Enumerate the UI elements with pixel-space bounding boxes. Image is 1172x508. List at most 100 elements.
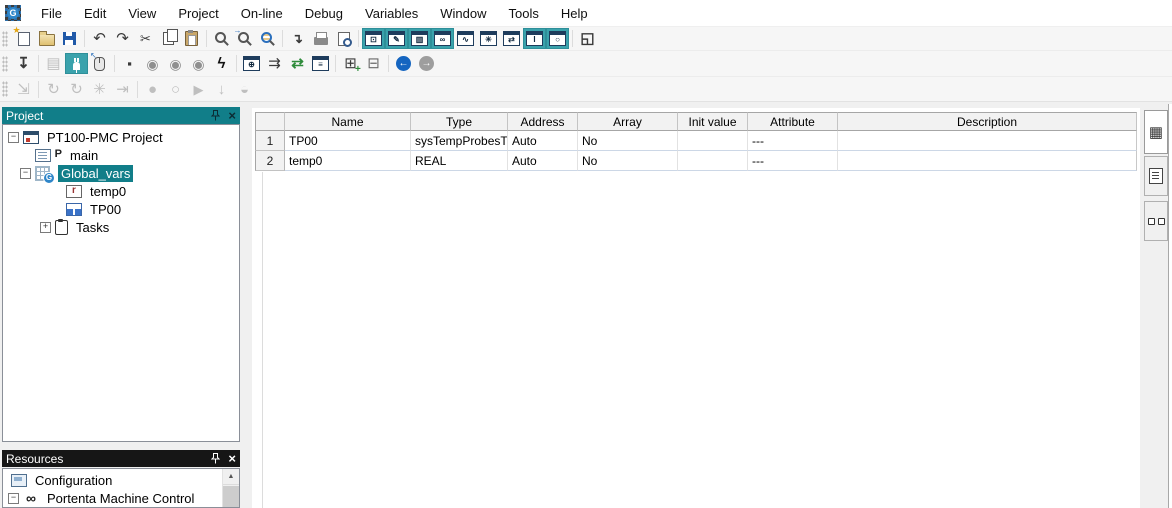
find-results-window-toggle-icon[interactable]: ○ xyxy=(546,28,569,49)
circular-arrow-icon[interactable]: ↻ xyxy=(42,79,65,100)
grid-column-header[interactable]: Array xyxy=(578,112,678,131)
init-value-cell[interactable] xyxy=(678,151,748,171)
tree-expander-icon[interactable]: + xyxy=(40,222,51,233)
toolbar-grip[interactable] xyxy=(2,56,8,72)
text-view-tab[interactable] xyxy=(1144,156,1168,196)
play-icon[interactable]: ▶ xyxy=(187,79,210,100)
library-window-toggle-icon[interactable]: ▥ xyxy=(408,28,431,49)
tree-expander-icon[interactable]: − xyxy=(8,493,19,504)
print-preview-icon[interactable] xyxy=(332,28,355,49)
goto-icon[interactable]: ↴ xyxy=(286,28,309,49)
menu-item[interactable]: Edit xyxy=(73,0,117,26)
scroll-thumb[interactable] xyxy=(223,486,239,508)
pin-icon[interactable] xyxy=(211,453,220,464)
forward-icon[interactable]: → xyxy=(415,53,438,74)
grid-column-header[interactable]: Description xyxy=(838,112,1137,131)
menu-item[interactable]: Variables xyxy=(354,0,429,26)
crossref-window-toggle-icon[interactable]: ⇄ xyxy=(500,28,523,49)
variables-form-icon[interactable]: ≡ xyxy=(309,53,332,74)
address-cell[interactable]: Auto xyxy=(508,151,578,171)
download-code-icon[interactable]: ↧ xyxy=(12,53,35,74)
find-in-project-icon[interactable] xyxy=(256,28,279,49)
warm-restart-icon[interactable]: ◉ xyxy=(164,53,187,74)
insert-record-icon[interactable]: ⊞ xyxy=(339,53,362,74)
tree-item-global-vars[interactable]: − Global_vars xyxy=(3,164,239,182)
halt-icon[interactable]: ▪ xyxy=(118,53,141,74)
project-schema-icon[interactable]: ▤ xyxy=(42,53,65,74)
copy-icon[interactable] xyxy=(157,28,180,49)
tree-item-main[interactable]: main xyxy=(3,146,239,164)
array-cell[interactable]: No xyxy=(578,131,678,151)
cut-icon[interactable]: ✂ xyxy=(134,28,157,49)
grid-column-header[interactable]: Address xyxy=(508,112,578,131)
hot-restart-icon[interactable]: ◉ xyxy=(187,53,210,74)
grid-view-tab[interactable]: ▦ xyxy=(1144,110,1168,154)
gear-circle-icon[interactable]: ✳ xyxy=(88,79,111,100)
resources-scrollbar[interactable]: ▲ xyxy=(222,469,239,507)
description-cell[interactable] xyxy=(838,131,1137,151)
row-number-cell[interactable]: 2 xyxy=(255,151,285,171)
attribute-cell[interactable]: --- xyxy=(748,151,838,171)
live-debug-icon[interactable]: ⇄ xyxy=(286,53,309,74)
run-to-cursor-icon[interactable]: ⇥ xyxy=(111,79,134,100)
flash-download-icon[interactable]: ϟ xyxy=(210,53,233,74)
filled-circle-icon[interactable]: ● xyxy=(141,79,164,100)
back-icon[interactable]: ← xyxy=(392,53,415,74)
menu-item[interactable]: Debug xyxy=(294,0,354,26)
table-row[interactable]: 1 TP00 sysTempProbesT Auto No --- xyxy=(255,131,1137,151)
undo-icon[interactable]: ↶ xyxy=(88,28,111,49)
res-item-configuration[interactable]: Configuration xyxy=(3,471,239,489)
project-window-toggle-icon[interactable]: ⊡ xyxy=(362,28,385,49)
open-project-icon[interactable] xyxy=(35,28,58,49)
grid-column-header[interactable]: Attribute xyxy=(748,112,838,131)
empty-circle-icon[interactable]: ○ xyxy=(164,79,187,100)
output-window-toggle-icon[interactable]: I xyxy=(523,28,546,49)
circle-dot-icon[interactable]: ◒ xyxy=(233,79,256,100)
grid-column-header[interactable]: Name xyxy=(285,112,411,131)
init-value-cell[interactable] xyxy=(678,131,748,151)
runtime-window-toggle-icon[interactable]: ✳ xyxy=(477,28,500,49)
description-cell[interactable] xyxy=(838,151,1137,171)
insert-watch-item-icon[interactable]: ⇉ xyxy=(263,53,286,74)
menu-item[interactable]: View xyxy=(117,0,167,26)
grid-column-header[interactable]: Init value xyxy=(678,112,748,131)
address-cell[interactable]: Auto xyxy=(508,131,578,151)
type-cell[interactable]: REAL xyxy=(411,151,508,171)
menu-item[interactable]: Window xyxy=(429,0,497,26)
close-icon[interactable]: × xyxy=(228,452,236,465)
find-view-tab[interactable] xyxy=(1144,201,1168,241)
save-project-icon[interactable] xyxy=(58,28,81,49)
tree-expander-icon[interactable]: − xyxy=(20,168,31,179)
circular-arrow-bar-icon[interactable]: ↻ xyxy=(65,79,88,100)
launch-application-icon[interactable]: ⇲ xyxy=(12,79,35,100)
menu-item[interactable]: Help xyxy=(550,0,599,26)
print-icon[interactable] xyxy=(309,28,332,49)
tree-item-tasks[interactable]: + Tasks xyxy=(3,218,239,236)
menu-item[interactable]: Project xyxy=(167,0,229,26)
grid-column-header[interactable]: Type xyxy=(411,112,508,131)
menu-item[interactable]: On-line xyxy=(230,0,294,26)
cold-restart-icon[interactable]: ◉ xyxy=(141,53,164,74)
array-cell[interactable]: No xyxy=(578,151,678,171)
name-cell[interactable]: temp0 xyxy=(285,151,411,171)
find-icon[interactable] xyxy=(210,28,233,49)
type-cell[interactable]: sysTempProbesT xyxy=(411,131,508,151)
scroll-up-icon[interactable]: ▲ xyxy=(223,469,239,485)
tree-expander-icon[interactable]: − xyxy=(8,132,19,143)
connect-icon[interactable] xyxy=(65,53,88,74)
attribute-cell[interactable]: --- xyxy=(748,131,838,151)
tree-item-tp00[interactable]: TP00 xyxy=(3,200,239,218)
oscilloscope-window-toggle-icon[interactable]: ∿ xyxy=(454,28,477,49)
tree-item-project-root[interactable]: − PT100-PMC Project xyxy=(3,128,239,146)
new-project-icon[interactable] xyxy=(12,28,35,49)
table-row[interactable]: 2 temp0 REAL Auto No --- xyxy=(255,151,1137,171)
down-arrow-icon[interactable]: ↓ xyxy=(210,79,233,100)
menu-item[interactable]: Tools xyxy=(498,0,550,26)
fullscreen-icon[interactable]: ◱ xyxy=(576,28,599,49)
row-number-cell[interactable]: 1 xyxy=(255,131,285,151)
menu-item[interactable]: File xyxy=(30,0,73,26)
toolbar-grip[interactable] xyxy=(2,81,8,97)
name-cell[interactable]: TP00 xyxy=(285,131,411,151)
paste-icon[interactable] xyxy=(180,28,203,49)
toolbar-grip[interactable] xyxy=(2,31,8,47)
